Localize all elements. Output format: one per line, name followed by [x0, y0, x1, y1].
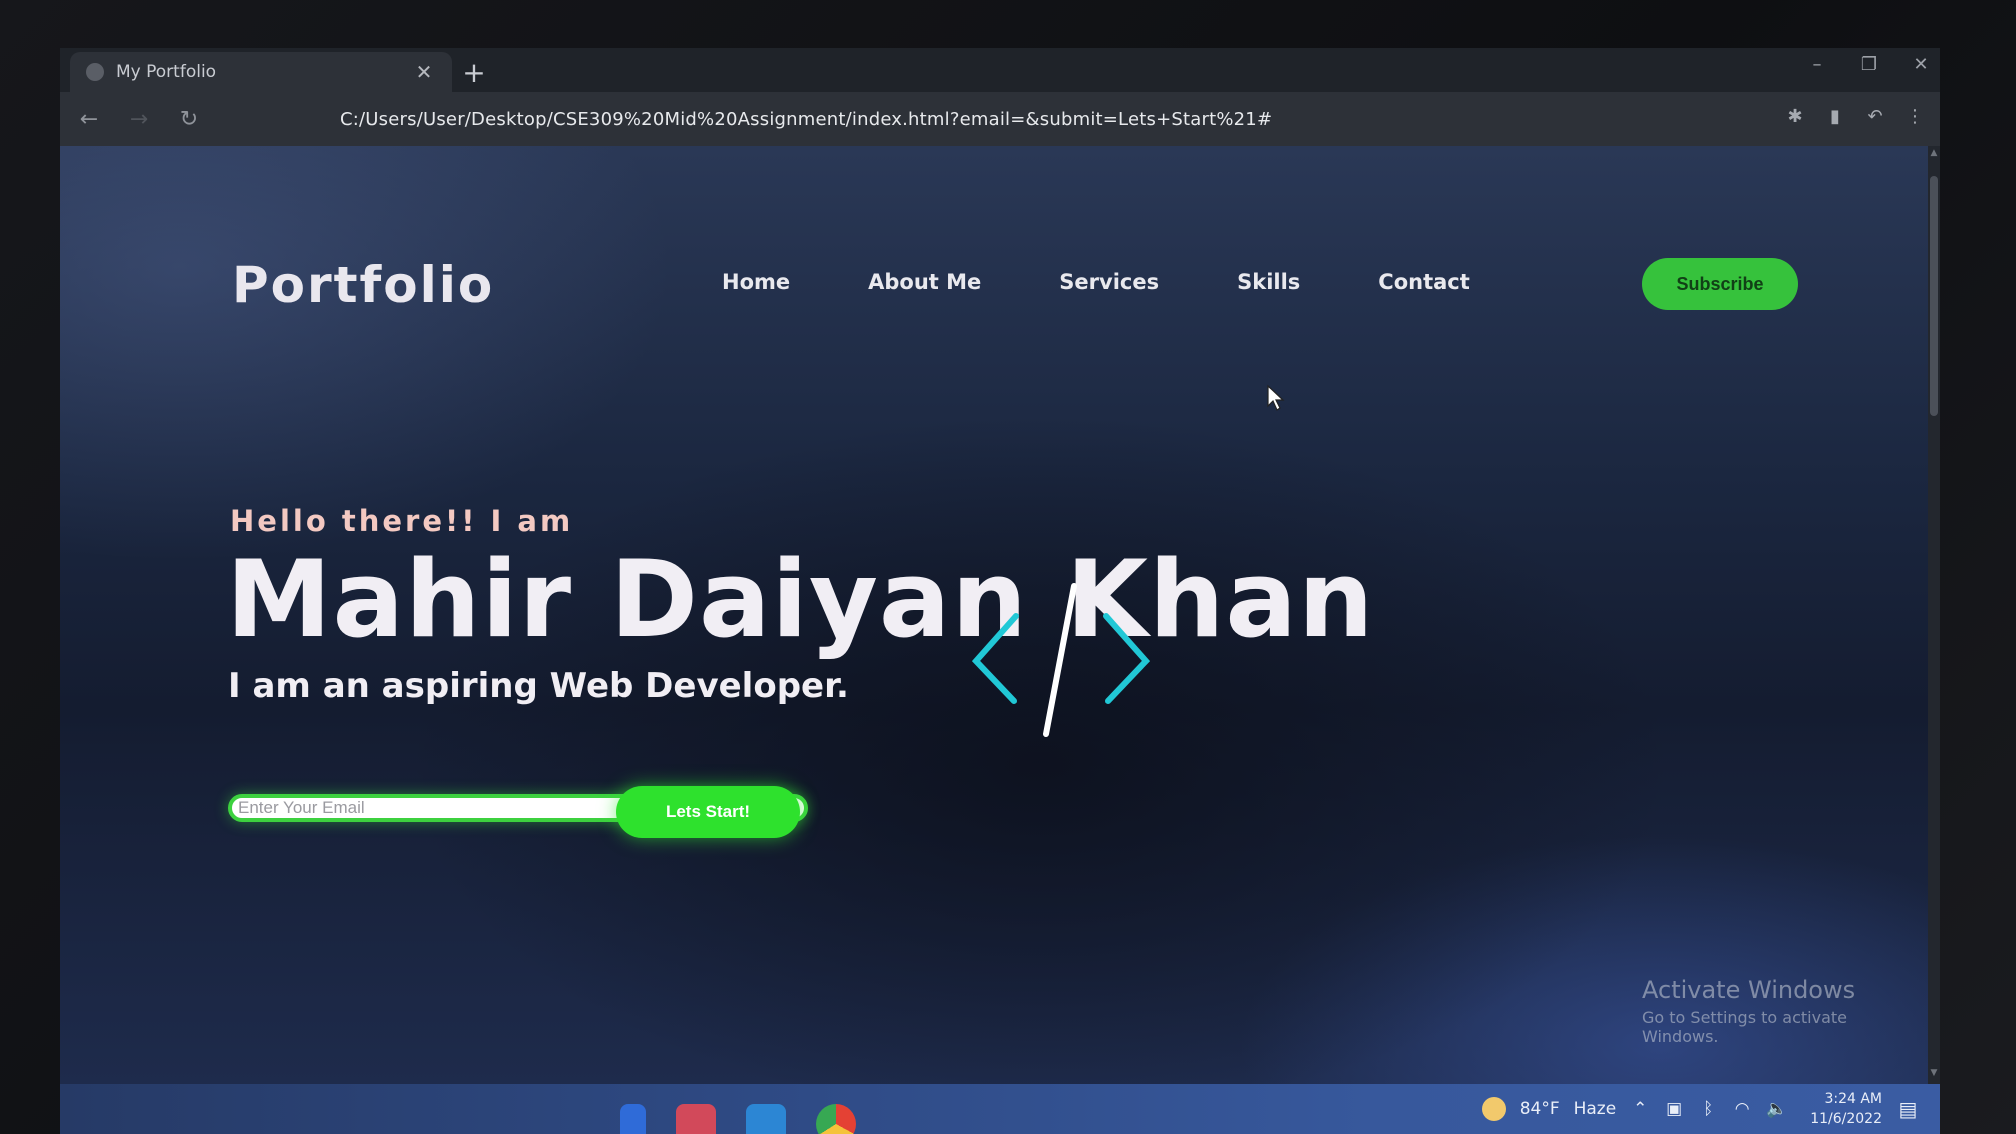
- close-window-button[interactable]: ✕: [1912, 54, 1930, 75]
- chevron-up-icon[interactable]: ⌃: [1630, 1099, 1650, 1119]
- lets-start-button[interactable]: Lets Start!: [616, 786, 800, 838]
- side-panel-icon[interactable]: ▮: [1824, 106, 1846, 127]
- windows-taskbar: 84°F Haze ⌃ ▣ ᛒ ◠ 🔈 3:24 AM 11/6/2022 ▤: [60, 1084, 1940, 1134]
- laptop-screen: My Portfolio ✕ + – ❐ ✕ ← → ↻ C:/Users/Us…: [60, 48, 1940, 1134]
- activate-windows-watermark: Activate Windows Go to Settings to activ…: [1642, 976, 1928, 1046]
- nav-about-me[interactable]: About Me: [868, 270, 981, 294]
- vscode-icon[interactable]: [746, 1104, 786, 1134]
- temperature[interactable]: 84°F: [1520, 1099, 1560, 1119]
- code-brackets-icon: [971, 583, 1151, 737]
- mouse-cursor-icon: [1267, 384, 1285, 411]
- tab-strip: My Portfolio ✕ + – ❐ ✕: [60, 48, 1940, 92]
- window-controls: – ❐ ✕: [1808, 54, 1930, 75]
- email-signup-form: Lets Start!: [228, 786, 812, 848]
- weather-sun-icon[interactable]: [1481, 1097, 1506, 1121]
- back-arrow-icon[interactable]: ←: [74, 107, 104, 132]
- scroll-down-arrow-icon[interactable]: ▼: [1928, 1068, 1940, 1082]
- clock-time: 3:24 AM: [1824, 1091, 1882, 1107]
- clock-date: 11/6/2022: [1810, 1111, 1882, 1127]
- watermark-subtitle: Go to Settings to activate Windows.: [1642, 1008, 1847, 1046]
- hero-tagline: I am an aspiring Web Developer.: [228, 666, 849, 706]
- minimize-button[interactable]: –: [1808, 54, 1826, 75]
- brand-logo[interactable]: Portfolio: [232, 256, 494, 314]
- system-tray: 84°F Haze ⌃ ▣ ᛒ ◠ 🔈 3:24 AM 11/6/2022 ▤: [1481, 1084, 1920, 1134]
- new-tab-button[interactable]: +: [452, 52, 496, 92]
- page-viewport: Portfolio Home About Me Services Skills …: [60, 146, 1928, 1084]
- watermark-title: Activate Windows: [1642, 976, 1856, 1004]
- url-text: C:/Users/User/Desktop/CSE309%20Mid%20Ass…: [340, 108, 1273, 130]
- restore-button[interactable]: ❐: [1860, 54, 1878, 75]
- nav-skills[interactable]: Skills: [1237, 270, 1300, 294]
- notification-icon[interactable]: ▤: [1896, 1097, 1920, 1121]
- network-icon[interactable]: ▣: [1664, 1099, 1684, 1119]
- taskbar-app-icon[interactable]: [676, 1104, 716, 1134]
- nav-home[interactable]: Home: [722, 270, 790, 294]
- browser-toolbar: ← → ↻ C:/Users/User/Desktop/CSE309%20Mid…: [60, 92, 1940, 146]
- profile-icon[interactable]: ↶: [1864, 106, 1886, 127]
- close-icon[interactable]: ✕: [412, 60, 436, 84]
- scroll-up-arrow-icon[interactable]: ▲: [1928, 148, 1940, 162]
- wifi-icon[interactable]: ◠: [1732, 1099, 1752, 1119]
- taskbar-apps: [620, 1104, 856, 1134]
- tab-my-portfolio[interactable]: My Portfolio ✕: [70, 52, 452, 92]
- menu-kebab-icon[interactable]: ⋮: [1904, 106, 1926, 127]
- taskbar-app-icon[interactable]: [620, 1104, 646, 1134]
- globe-icon: [86, 63, 104, 81]
- hero-name: Mahir Daiyan Khan: [226, 538, 1375, 661]
- volume-icon[interactable]: 🔈: [1766, 1099, 1787, 1119]
- bluetooth-icon[interactable]: ᛒ: [1698, 1099, 1718, 1119]
- extension-icons: ✱ ▮ ↶ ⋮: [1784, 106, 1926, 127]
- extensions-puzzle-icon[interactable]: ✱: [1784, 106, 1806, 127]
- hero-greeting: Hello there!! I am: [230, 504, 574, 538]
- weather-condition[interactable]: Haze: [1574, 1099, 1617, 1119]
- chrome-icon[interactable]: [816, 1104, 856, 1134]
- nav-services[interactable]: Services: [1059, 270, 1159, 294]
- reload-icon[interactable]: ↻: [174, 107, 204, 132]
- address-bar[interactable]: C:/Users/User/Desktop/CSE309%20Mid%20Ass…: [260, 100, 1620, 138]
- nav-contact[interactable]: Contact: [1378, 270, 1470, 294]
- page-scrollbar[interactable]: ▲ ▼: [1928, 146, 1940, 1084]
- subscribe-button[interactable]: Subscribe: [1642, 258, 1798, 310]
- tab-title: My Portfolio: [116, 62, 217, 82]
- clock[interactable]: 3:24 AM 11/6/2022: [1810, 1089, 1882, 1129]
- main-nav: Home About Me Services Skills Contact: [722, 270, 1470, 294]
- forward-arrow-icon[interactable]: →: [124, 107, 154, 132]
- scroll-thumb[interactable]: [1930, 176, 1938, 416]
